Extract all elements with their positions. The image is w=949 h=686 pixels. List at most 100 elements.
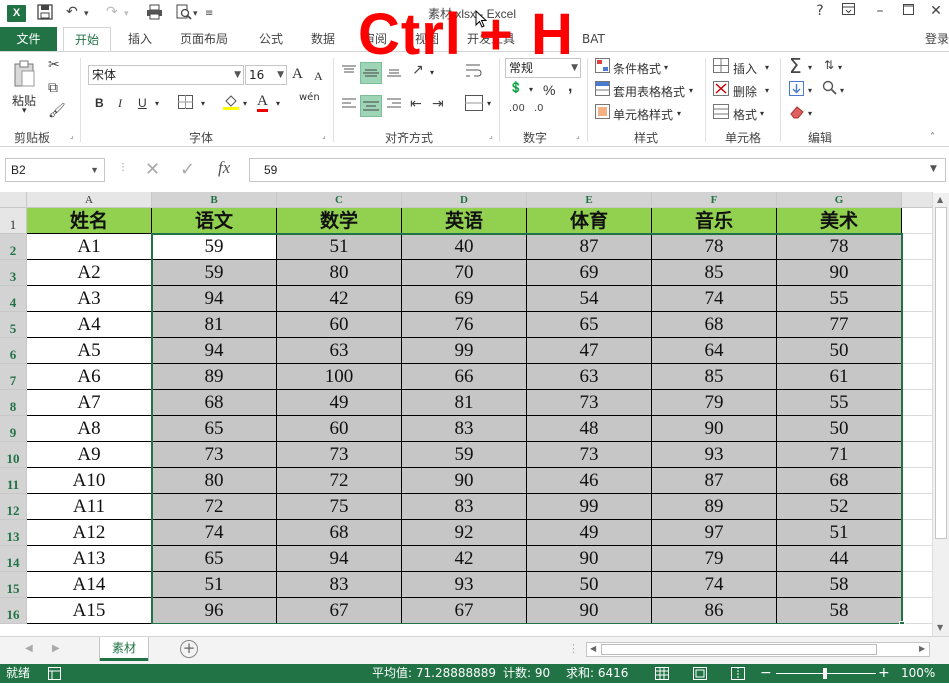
grow-font-icon[interactable]: A [292, 66, 303, 83]
name-cell[interactable]: A10 [27, 468, 152, 494]
name-cell[interactable]: A3 [27, 286, 152, 312]
score-cell[interactable]: 85 [652, 260, 777, 286]
score-cell[interactable]: 73 [527, 442, 652, 468]
score-cell[interactable]: 87 [652, 468, 777, 494]
score-cell[interactable]: 42 [402, 546, 527, 572]
row-header-13[interactable]: 13 [0, 520, 27, 546]
print-icon[interactable] [146, 4, 163, 24]
sheet-tab[interactable]: 素材 [100, 637, 148, 661]
row-header-15[interactable]: 15 [0, 572, 27, 598]
score-cell[interactable]: 96 [152, 598, 277, 624]
score-cell[interactable]: 63 [527, 364, 652, 390]
undo-dropdown-icon[interactable]: ▾ [84, 9, 89, 19]
format-cells-icon[interactable] [713, 104, 729, 123]
decrease-indent-icon[interactable]: ⇤ [410, 96, 422, 112]
score-cell[interactable]: 59 [152, 260, 277, 286]
zoom-slider-thumb[interactable] [823, 668, 827, 679]
score-cell[interactable]: 69 [402, 286, 527, 312]
align-left-icon[interactable] [341, 97, 357, 115]
select-all-corner[interactable] [0, 192, 27, 208]
scroll-left-icon[interactable]: ◀ [590, 644, 596, 653]
score-cell[interactable]: 71 [777, 442, 902, 468]
redo-icon[interactable]: ↷ [106, 4, 118, 20]
name-box[interactable]: B2 ▼ [5, 158, 105, 182]
borders-icon[interactable] [178, 95, 193, 113]
score-cell[interactable]: 67 [402, 598, 527, 624]
score-cell[interactable]: 58 [777, 598, 902, 624]
name-cell[interactable]: A4 [27, 312, 152, 338]
score-cell[interactable]: 93 [652, 442, 777, 468]
score-cell[interactable]: 85 [652, 364, 777, 390]
row-header-11[interactable]: 11 [0, 468, 27, 494]
row-header-5[interactable]: 5 [0, 312, 27, 338]
copy-icon[interactable]: ⧉ [48, 80, 58, 96]
close-icon[interactable]: ✕ [926, 3, 946, 19]
name-cell[interactable]: A9 [27, 442, 152, 468]
sign-in-link[interactable]: 登录 [925, 27, 949, 51]
name-cell[interactable]: A12 [27, 520, 152, 546]
score-cell[interactable]: 74 [652, 286, 777, 312]
score-cell[interactable]: 78 [777, 234, 902, 260]
tab-file[interactable]: 文件 [0, 27, 57, 51]
score-cell[interactable]: 87 [527, 234, 652, 260]
column-header-g[interactable]: G [777, 192, 902, 208]
format-painter-icon[interactable]: 🖌 [48, 103, 66, 119]
name-cell[interactable]: A11 [27, 494, 152, 520]
score-cell[interactable]: 68 [652, 312, 777, 338]
zoom-level[interactable]: 100% [901, 664, 935, 683]
font-color-icon[interactable]: A [257, 93, 268, 112]
score-cell[interactable]: 60 [277, 312, 402, 338]
score-cell[interactable]: 79 [652, 390, 777, 416]
chevron-down-icon[interactable]: ▾ [765, 63, 769, 72]
header-cell[interactable]: 英语 [402, 208, 527, 234]
score-cell[interactable]: 68 [152, 390, 277, 416]
row-header-3[interactable]: 3 [0, 260, 27, 286]
chevron-down-icon[interactable]: ▾ [677, 109, 681, 118]
cell-styles-icon[interactable] [595, 104, 610, 123]
score-cell[interactable]: 42 [277, 286, 402, 312]
name-cell[interactable]: A7 [27, 390, 152, 416]
minimize-icon[interactable]: – [870, 3, 890, 19]
zoom-in-icon[interactable]: + [878, 664, 890, 683]
score-cell[interactable]: 54 [527, 286, 652, 312]
macro-record-icon[interactable] [48, 667, 61, 686]
conditional-formatting-button[interactable]: 条件格式 [613, 60, 661, 77]
header-cell[interactable]: 姓名 [27, 208, 152, 234]
insert-function-icon[interactable]: fx [218, 158, 230, 178]
score-cell[interactable]: 69 [527, 260, 652, 286]
score-cell[interactable]: 44 [777, 546, 902, 572]
header-cell[interactable]: 数学 [277, 208, 402, 234]
sort-dropdown-icon[interactable]: ▾ [838, 63, 842, 72]
score-cell[interactable]: 73 [277, 442, 402, 468]
score-cell[interactable]: 83 [402, 494, 527, 520]
comma-style-button[interactable]: , [568, 78, 572, 96]
name-cell[interactable]: A5 [27, 338, 152, 364]
score-cell[interactable]: 49 [527, 520, 652, 546]
tab-home[interactable]: 开始 [63, 27, 112, 52]
score-cell[interactable]: 81 [152, 312, 277, 338]
align-center-icon[interactable] [360, 95, 382, 117]
score-cell[interactable]: 64 [652, 338, 777, 364]
vertical-scrollbar[interactable]: ▲ ▼ [932, 193, 949, 638]
score-cell[interactable]: 80 [152, 468, 277, 494]
score-cell[interactable]: 74 [652, 572, 777, 598]
chevron-down-icon[interactable]: ▾ [689, 86, 693, 95]
maximize-icon[interactable] [898, 3, 918, 19]
page-break-view-icon[interactable] [731, 667, 745, 686]
formula-input[interactable]: 59 [249, 158, 946, 182]
undo-icon[interactable]: ↶ [66, 4, 78, 20]
score-cell[interactable]: 93 [402, 572, 527, 598]
score-cell[interactable]: 73 [152, 442, 277, 468]
tab-page-layout[interactable]: 页面布局 [180, 27, 228, 51]
score-cell[interactable]: 50 [527, 572, 652, 598]
cancel-entry-icon[interactable]: ✕ [145, 159, 160, 180]
score-cell[interactable]: 94 [277, 546, 402, 572]
format-as-table-icon[interactable] [595, 81, 610, 100]
fill-color-dropdown-icon[interactable]: ▾ [243, 99, 247, 108]
fill-color-icon[interactable] [222, 92, 240, 114]
row-header-14[interactable]: 14 [0, 546, 27, 572]
alignment-launcher-icon[interactable]: ⌟ [489, 131, 493, 140]
score-cell[interactable]: 65 [527, 312, 652, 338]
italic-button[interactable]: I [118, 96, 122, 111]
scrollbar-thumb[interactable] [935, 207, 947, 539]
